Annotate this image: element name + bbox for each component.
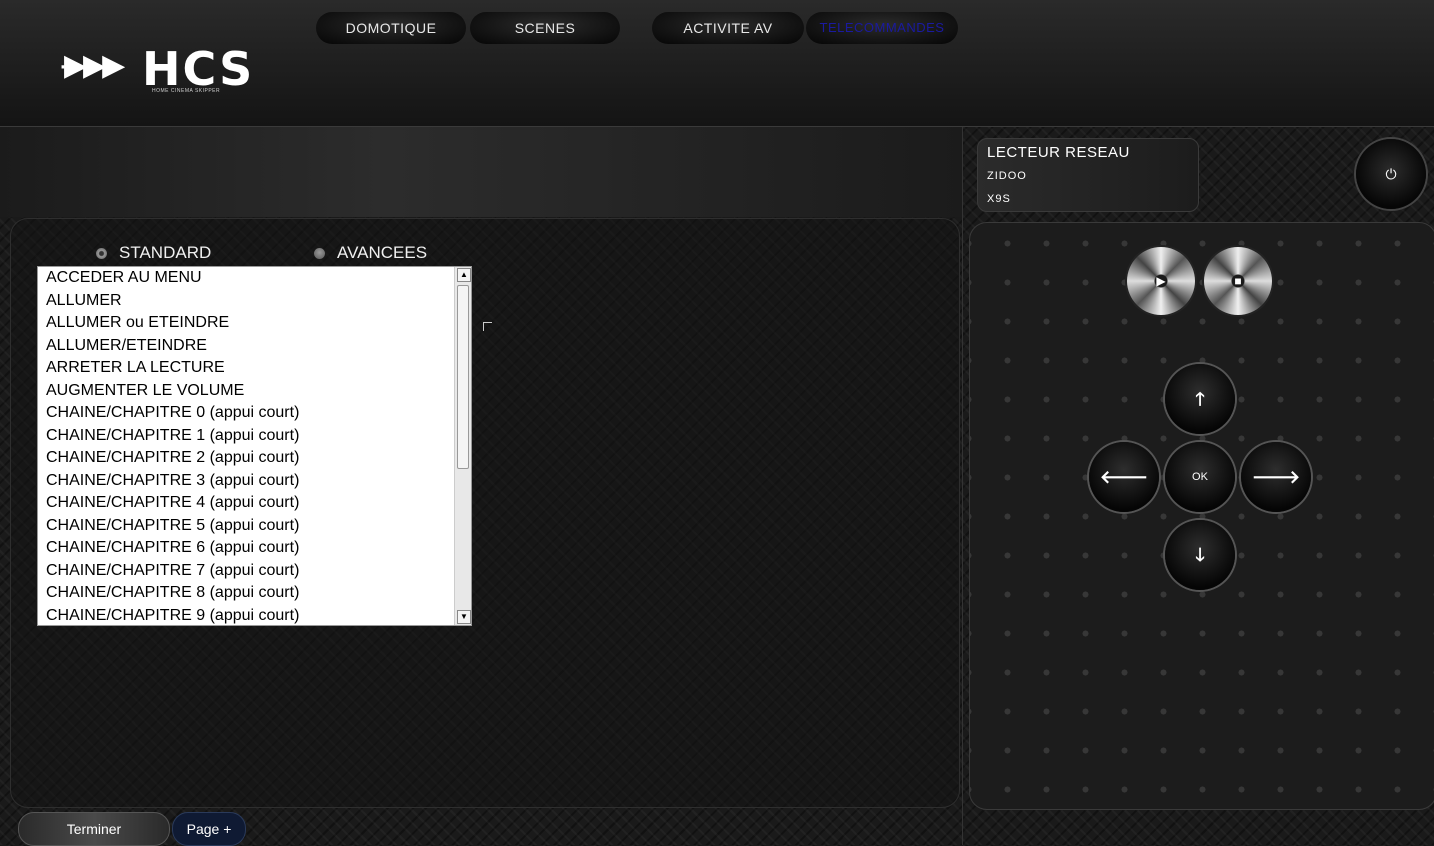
command-listbox[interactable]: ACCEDER AU MENU ALLUMER ALLUMER ou ETEIN… — [37, 266, 472, 626]
power-button[interactable]: ⏻ — [1356, 139, 1426, 209]
list-item[interactable]: CHAINE/CHAPITRE 0 (appui court) — [38, 402, 454, 425]
list-item[interactable]: CHAINE/CHAPITRE 9 (appui court) — [38, 605, 454, 628]
radio-standard[interactable]: STANDARD — [96, 243, 211, 263]
list-item[interactable]: CHAINE/CHAPITRE 2 (appui court) — [38, 447, 454, 470]
corner-marker — [483, 322, 492, 331]
ok-label: OK — [1192, 471, 1208, 483]
list-item[interactable]: AUGMENTER LE VOLUME — [38, 380, 454, 403]
tab-activite-av[interactable]: ACTIVITE AV — [652, 12, 804, 44]
radio-avancees[interactable]: AVANCEES — [314, 243, 427, 263]
right-button[interactable]: 🡒 — [1241, 442, 1311, 512]
list-item[interactable]: ALLUMER/ETEINDRE — [38, 335, 454, 358]
vertical-divider — [962, 127, 963, 845]
ok-button[interactable]: OK — [1165, 442, 1235, 512]
list-item[interactable]: ARRETER LA LECTURE — [38, 357, 454, 380]
tab-telecommandes[interactable]: TELECOMMANDES — [806, 12, 958, 44]
list-item[interactable]: CHAINE/CHAPITRE 7 (appui court) — [38, 560, 454, 583]
tab-scenes[interactable]: SCENES — [470, 12, 620, 44]
arrow-up-icon: 🡑 — [1195, 389, 1205, 409]
logo-arrows-icon: ·▶▶▶ — [58, 49, 125, 82]
play-button[interactable]: ▶ — [1127, 247, 1195, 315]
list-item[interactable]: CHAINE/CHAPITRE 4 (appui court) — [38, 492, 454, 515]
left-button[interactable]: 🡐 — [1089, 442, 1159, 512]
tab-domotique[interactable]: DOMOTIQUE — [316, 12, 466, 44]
radio-unselected-icon — [314, 248, 325, 260]
stop-icon: ■ — [1234, 274, 1242, 288]
hcs-logo: ·▶▶▶ HCS HOME CINEMA SKIPPER — [58, 42, 258, 96]
list-item[interactable]: CHAINE/CHAPITRE 3 (appui court) — [38, 470, 454, 493]
remote-panel — [969, 222, 1434, 810]
arrow-left-icon: 🡐 — [1099, 467, 1149, 487]
dot-grid-background — [970, 223, 1434, 809]
list-item[interactable]: ALLUMER — [38, 290, 454, 313]
terminer-button[interactable]: Terminer — [18, 812, 170, 846]
scrollbar-thumb[interactable] — [457, 285, 469, 469]
listbox-scrollbar[interactable]: ▲ ▼ — [454, 267, 471, 625]
list-item[interactable]: ACCEDER AU MENU — [38, 267, 454, 290]
radio-avancees-label: AVANCEES — [337, 243, 428, 262]
down-button[interactable]: 🡓 — [1165, 520, 1235, 590]
logo-subtitle: HOME CINEMA SKIPPER — [152, 88, 221, 94]
section-band — [0, 127, 962, 217]
device-brand: ZIDOO — [987, 170, 1027, 182]
radio-selected-icon — [96, 248, 107, 260]
arrow-down-icon: 🡓 — [1195, 545, 1205, 565]
device-model: X9S — [987, 193, 1011, 205]
page-plus-button[interactable]: Page + — [172, 812, 246, 846]
play-icon: ▶ — [1156, 274, 1166, 288]
device-title: LECTEUR RESEAU — [987, 144, 1130, 161]
command-list: ACCEDER AU MENU ALLUMER ALLUMER ou ETEIN… — [38, 267, 454, 627]
power-icon: ⏻ — [1385, 166, 1397, 182]
device-info-card: LECTEUR RESEAU ZIDOO X9S — [977, 138, 1199, 212]
list-item[interactable]: CHAINE/CHAPITRE 6 (appui court) — [38, 537, 454, 560]
list-item[interactable]: ALLUMER ou ETEINDRE — [38, 312, 454, 335]
stop-button[interactable]: ■ — [1204, 247, 1272, 315]
arrow-right-icon: 🡒 — [1251, 467, 1301, 487]
scroll-up-arrow-icon[interactable]: ▲ — [457, 268, 471, 282]
list-item[interactable]: CHAINE/CHAPITRE 5 (appui court) — [38, 515, 454, 538]
radio-standard-label: STANDARD — [119, 243, 212, 262]
list-item[interactable]: CHAINE/CHAPITRE 8 (appui court) — [38, 582, 454, 605]
list-item[interactable]: CHAINE/CHAPITRE 1 (appui court) — [38, 425, 454, 448]
up-button[interactable]: 🡑 — [1165, 364, 1235, 434]
scroll-down-arrow-icon[interactable]: ▼ — [457, 610, 471, 624]
